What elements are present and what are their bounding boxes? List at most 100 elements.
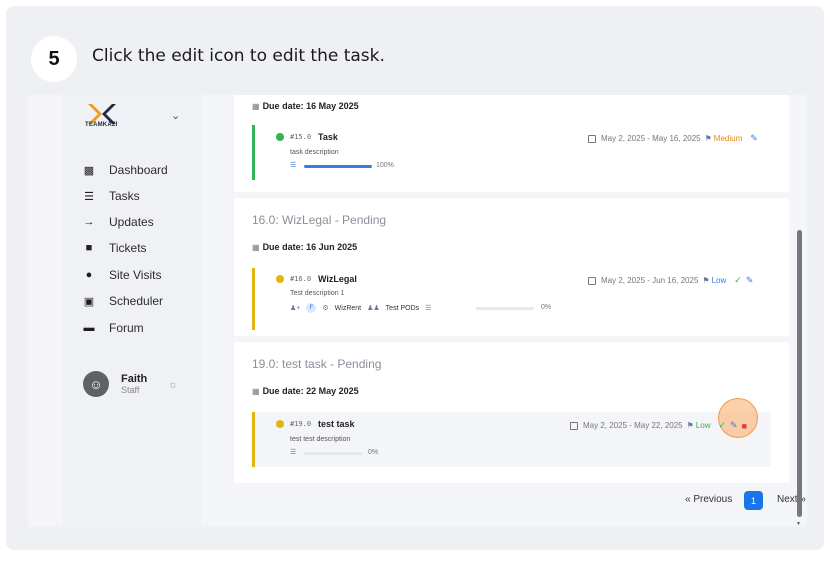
task-description: test test description: [290, 436, 351, 443]
product-label: WizRent: [334, 304, 362, 312]
check-icon[interactable]: ✓: [734, 275, 742, 286]
sidebar-item-updates[interactable]: → Updates: [83, 213, 154, 231]
page-number-button[interactable]: 1: [744, 491, 763, 510]
ticket-icon: ■: [85, 242, 93, 254]
task-group-panel: 16.0: WizLegal - Pending ▦ Due date: 16 …: [234, 198, 789, 336]
step-instruction: Click the edit icon to edit the task.: [92, 46, 385, 66]
team-label: Test PODs: [385, 304, 420, 312]
sidebar-item-dashboard[interactable]: ▩ Dashboard: [83, 161, 168, 179]
list-icon: ☰: [290, 162, 297, 169]
updates-icon: →: [83, 216, 95, 228]
sidebar-item-label: Tickets: [109, 241, 147, 255]
sidebar-item-scheduler[interactable]: ▣ Scheduler: [83, 292, 163, 310]
user-profile[interactable]: ☺ Faith Staff: [83, 371, 147, 397]
calendar-icon: ▦: [252, 101, 260, 111]
sidebar-item-label: Site Visits: [109, 268, 162, 282]
forum-icon: ▬: [83, 322, 95, 334]
list-icon: ☰: [425, 305, 432, 312]
user-role: Staff: [121, 384, 140, 395]
task-name[interactable]: WizLegal: [318, 274, 357, 284]
task-card[interactable]: #16.0 WizLegal Test description 1 ♟+ F ⚙…: [252, 268, 771, 330]
previous-page-link[interactable]: « Previous: [685, 494, 732, 505]
task-card[interactable]: #19.0 test task test test description ☰ …: [252, 398, 771, 467]
tasks-icon: ☰: [84, 190, 94, 203]
sidebar-item-label: Scheduler: [109, 294, 164, 308]
progress-label: 0%: [541, 304, 552, 311]
task-description: task description: [290, 149, 339, 156]
calendar-icon: [570, 421, 578, 430]
assignee-badge: F: [306, 303, 317, 313]
calendar-icon: [588, 276, 596, 285]
click-highlight: [718, 398, 758, 438]
pending-status-icon: [276, 275, 284, 283]
scrollbar[interactable]: [797, 230, 802, 517]
status-bar: [252, 125, 255, 180]
edit-icon[interactable]: ✎: [750, 133, 758, 144]
sidebar-item-forum[interactable]: ▬ Forum: [83, 319, 144, 337]
group-title: 16.0: WizLegal - Pending: [252, 213, 387, 227]
due-date: ▦ Due date: 22 May 2025: [252, 386, 359, 396]
list-icon: ☰: [290, 449, 297, 456]
sidebar: TEAMKAZI ⌄ ▩ Dashboard ☰ Tasks → Updates…: [63, 95, 201, 527]
flag-icon: ⚑: [702, 276, 710, 285]
user-name: Faith: [121, 372, 148, 385]
task-id: #16.0: [290, 275, 312, 283]
step-badge: 5: [31, 36, 77, 82]
dashboard-icon: ▩: [83, 164, 95, 177]
gear-icon: ⚙: [322, 305, 329, 312]
progress-label: 100%: [376, 162, 394, 169]
task-name[interactable]: test task: [318, 419, 355, 429]
progress-bar: [476, 307, 534, 310]
location-pin-icon: ●: [85, 269, 93, 281]
calendar-icon: ▦: [252, 242, 260, 252]
due-date: ▦ Due date: 16 Jun 2025: [252, 242, 358, 252]
task-description: Test description 1: [290, 290, 345, 297]
task-group-panel: 19.0: test task - Pending ▦ Due date: 22…: [234, 342, 789, 483]
check-status-icon: [276, 133, 284, 141]
pending-status-icon: [276, 420, 284, 428]
delete-icon[interactable]: ■: [742, 421, 747, 431]
sidebar-item-label: Dashboard: [109, 163, 168, 177]
assign-user-icon[interactable]: ♟+: [290, 304, 300, 312]
sidebar-item-label: Updates: [109, 215, 154, 229]
edit-icon[interactable]: ✎: [730, 420, 738, 431]
task-name[interactable]: Task: [318, 132, 338, 142]
app-screenshot: TEAMKAZI ⌄ ▩ Dashboard ☰ Tasks → Updates…: [28, 95, 807, 527]
tutorial-card: 5 Click the edit icon to edit the task. …: [6, 6, 824, 550]
task-card[interactable]: #15.0 Task task description ☰ 100% May 2…: [252, 125, 771, 180]
calendar-icon: ▦: [252, 386, 260, 396]
progress-bar: [304, 165, 372, 168]
group-title: 19.0: test task - Pending: [252, 357, 382, 371]
scroll-down-icon[interactable]: ▼: [796, 521, 801, 527]
due-date: ▦ Due date: 16 May 2025: [252, 101, 359, 111]
sidebar-item-label: Forum: [109, 321, 144, 335]
date-range: May 2, 2025 - Jun 16, 2025 ⚑ Low ✓ ✎: [588, 275, 753, 286]
sidebar-item-tickets[interactable]: ■ Tickets: [83, 239, 147, 257]
progress-fill: [304, 165, 372, 168]
calendar-icon: ▣: [83, 295, 95, 308]
calendar-icon: [588, 134, 596, 143]
task-id: #19.0: [290, 420, 312, 428]
avatar: ☺: [83, 371, 109, 397]
sidebar-item-label: Tasks: [109, 189, 140, 203]
logo-text: TEAMKAZI: [85, 122, 118, 128]
team-icon: ♟♟: [367, 305, 380, 312]
main-content: ▦ Due date: 16 May 2025 #15.0 Task task …: [201, 95, 807, 527]
date-range: May 2, 2025 - May 22, 2025 ⚑ Low ✓ ✎ ■: [570, 420, 747, 431]
progress-label: 0%: [368, 449, 379, 456]
flag-icon: ⚑: [704, 134, 712, 143]
collapse-chevron-icon[interactable]: ⌄: [171, 109, 180, 122]
task-group-panel: ▦ Due date: 16 May 2025 #15.0 Task task …: [234, 95, 789, 192]
progress-bar: [304, 452, 362, 455]
task-meta: ♟+ F ⚙ WizRent ♟♟ Test PODs ☰: [290, 303, 437, 313]
status-bar: [252, 268, 255, 330]
priority-label: Medium: [713, 134, 743, 143]
sidebar-item-tasks[interactable]: ☰ Tasks: [83, 187, 140, 205]
theme-toggle-icon[interactable]: ☼: [168, 379, 178, 391]
check-icon[interactable]: ✓: [718, 420, 726, 431]
edit-icon[interactable]: ✎: [746, 275, 754, 286]
priority-label: Low: [711, 276, 727, 285]
task-id: #15.0: [290, 133, 312, 141]
priority-label: Low: [695, 421, 711, 430]
sidebar-item-site-visits[interactable]: ● Site Visits: [83, 266, 162, 284]
